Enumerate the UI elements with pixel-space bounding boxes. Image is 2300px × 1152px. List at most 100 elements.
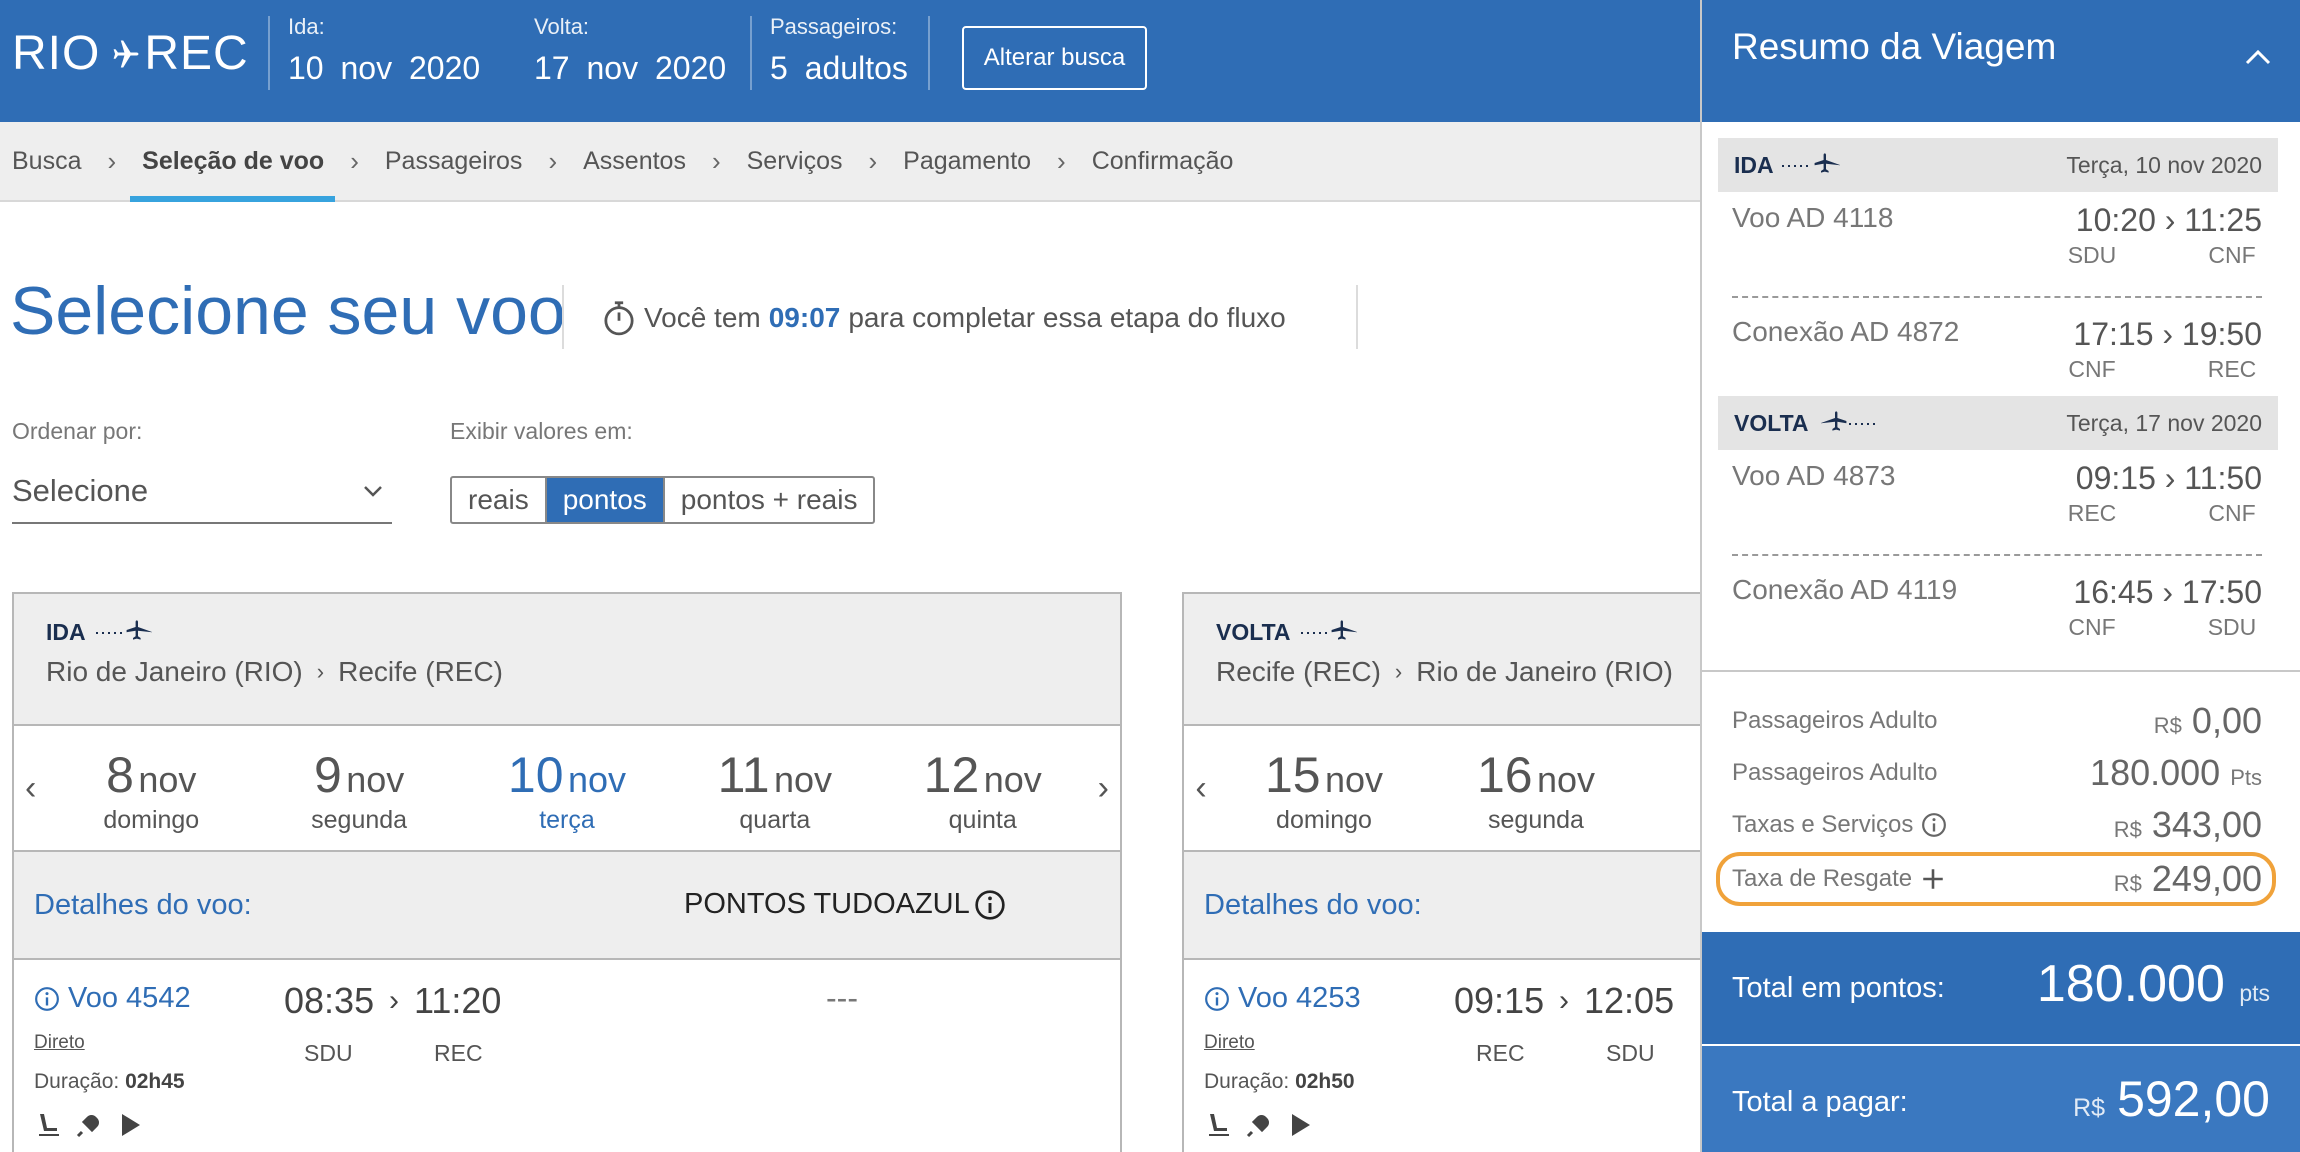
info-icon[interactable]	[974, 889, 1006, 921]
passengers-value: 5 adultos	[770, 50, 908, 86]
flight-details-header: Detalhes do voo: PONTOS TUDOAZUL	[14, 852, 1120, 960]
unit: Pts	[2230, 765, 2262, 790]
chevron-right-icon: ›	[389, 984, 399, 1017]
order-by-select[interactable]: Selecione	[12, 460, 392, 524]
currency: R$	[2073, 1094, 2106, 1122]
arrival-time: 11:20	[414, 980, 502, 1021]
direct-link[interactable]: Direto	[34, 1032, 85, 1054]
segment-times: 16:45 › 17:50	[2073, 574, 2262, 610]
date-option[interactable]: 8 nov domingo	[47, 726, 255, 850]
breadcrumb-item-servicos[interactable]: Serviços ›	[747, 122, 904, 200]
summary-segment: Conexão AD 4119 16:45 › 17:50 CNF SDU	[1732, 574, 2262, 674]
breadcrumb-item-busca[interactable]: Busca ›	[12, 122, 142, 200]
volta-date-field: Volta: 17 nov 2020	[534, 14, 726, 87]
price-label: Passageiros Adulto	[1732, 707, 1938, 734]
leg-text: VOLTA	[1734, 409, 1809, 436]
segment-from: CNF	[2068, 614, 2116, 640]
amenities	[34, 1110, 144, 1140]
header-divider	[928, 16, 930, 90]
date-option[interactable]: 11 nov quarta	[671, 726, 879, 850]
segment-dep: 10:20	[2075, 202, 2156, 238]
flight-row: Voo 4542 Direto Duração: 02h45 08:35 › 1…	[14, 960, 1120, 1152]
summary-volta-bar: VOLTA Terça, 17 nov 2020	[1718, 396, 2278, 450]
duration-label: Duração:	[1204, 1070, 1290, 1093]
price-label-with-info: Taxas e Serviços	[1732, 811, 1947, 839]
breadcrumb-item-assentos[interactable]: Assentos ›	[583, 122, 747, 200]
total-points-value: 180.000 pts	[2037, 954, 2270, 1014]
info-icon[interactable]	[1921, 812, 1947, 838]
play-icon	[1292, 1114, 1310, 1136]
summary-segment: Voo AD 4873 09:15 › 11:50 REC CNF	[1732, 460, 2262, 560]
breadcrumb: Busca › Seleção de voo › Passageiros › Asse…	[0, 122, 1700, 202]
price-value: R$ 249,00	[2114, 858, 2262, 900]
summary-divider	[1702, 670, 2300, 672]
page-title: Selecione seu voo	[10, 273, 566, 349]
direct-link[interactable]: Direto	[1204, 1032, 1255, 1054]
plane-icon	[113, 40, 139, 67]
breadcrumb-label: Pagamento	[903, 146, 1032, 175]
direction-text: VOLTA	[1216, 618, 1291, 645]
amount: 180.000	[2090, 752, 2221, 793]
segment-arr: 17:50	[2181, 574, 2262, 610]
breadcrumb-item-passageiros[interactable]: Passageiros ›	[385, 122, 583, 200]
duration-label: Duração:	[34, 1070, 120, 1093]
flight-number-link[interactable]: Voo 4542	[34, 982, 191, 1015]
price-line: Passageiros Adulto R$ 0,00	[1732, 698, 2262, 744]
plus-icon[interactable]	[1920, 866, 1946, 892]
breadcrumb-item-selecao-de-voo[interactable]: Seleção de voo ›	[130, 122, 385, 202]
panel-header: IDA Rio de Janeiro (RIO) › Recife (REC)	[14, 594, 1120, 726]
flight-number-link[interactable]: Voo 4253	[1204, 982, 1361, 1015]
chevron-up-icon[interactable]	[2244, 48, 2272, 66]
details-label: Detalhes do voo:	[1204, 888, 1422, 921]
date-option-selected[interactable]: 10 nov terça	[463, 726, 671, 850]
flight-number: Voo 4542	[68, 982, 191, 1014]
trip-summary-panel: Resumo da Viagem IDA Terça, 10 nov 2020 …	[1700, 0, 2300, 1152]
leg-text: IDA	[1734, 151, 1774, 178]
summary-ida-bar: IDA Terça, 10 nov 2020	[1718, 138, 2278, 192]
day-month: nov	[138, 759, 197, 800]
chevron-left-icon[interactable]: ‹	[14, 726, 47, 850]
seat-icon	[1209, 1114, 1229, 1136]
date-option[interactable]: 15 nov domingo	[1218, 726, 1430, 850]
ida-date-value: 10 nov 2020	[288, 50, 481, 86]
display-option-pontos[interactable]: pontos	[546, 478, 665, 522]
total-points-bar: Total em pontos: 180.000 pts	[1702, 932, 2300, 1044]
breadcrumb-item-pagamento[interactable]: Pagamento ›	[903, 122, 1092, 200]
order-by-value: Selecione	[12, 473, 149, 508]
route-destination: Rio de Janeiro (RIO)	[1416, 656, 1674, 687]
duration-value: 02h45	[125, 1070, 185, 1093]
price-value: R$ 343,00	[2114, 804, 2262, 846]
dashed-divider	[1732, 554, 2262, 556]
timer-suffix: para completar essa etapa do fluxo	[848, 302, 1286, 333]
summary-header[interactable]: Resumo da Viagem	[1702, 0, 2300, 122]
segment-arr: 19:50	[2181, 316, 2262, 352]
ida-date-label: Ida:	[288, 14, 325, 39]
day-month: nov	[774, 759, 833, 800]
alter-search-button[interactable]: Alterar busca	[962, 26, 1147, 90]
breadcrumb-item-confirmacao[interactable]: Confirmação	[1092, 122, 1234, 200]
duration: Duração: 02h45	[34, 1070, 185, 1094]
duration-value: 02h50	[1295, 1070, 1355, 1093]
currency: R$	[2153, 713, 2182, 738]
segment-from: CNF	[2068, 356, 2116, 382]
amount: 0,00	[2191, 700, 2262, 741]
route-logo: RIO REC	[12, 26, 249, 81]
breadcrumb-label: Serviços	[746, 146, 843, 175]
chevron-right-icon: ›	[1057, 145, 1066, 176]
top-header: RIO REC Ida: 10 nov 2020 Volta: 17 nov 2…	[0, 0, 1700, 122]
summary-title: Resumo da Viagem	[1732, 26, 2057, 67]
date-option[interactable]: 16 nov segunda	[1430, 726, 1642, 850]
display-option-pontos-reais[interactable]: pontos + reais	[665, 478, 874, 522]
date-option[interactable]: 12 nov quinta	[879, 726, 1087, 850]
passengers-label: Passageiros:	[770, 14, 898, 39]
segment-dep: 09:15	[2075, 460, 2156, 496]
route-origin: Recife (REC)	[1216, 656, 1381, 687]
segment-dep: 16:45	[2073, 574, 2154, 610]
date-option[interactable]: 9 nov segunda	[255, 726, 463, 850]
display-option-reais[interactable]: reais	[452, 478, 547, 522]
dashed-divider	[1732, 296, 2262, 298]
details-label: Detalhes do voo:	[34, 888, 252, 921]
chevron-left-icon[interactable]: ‹	[1184, 726, 1218, 850]
logo-dest: REC	[144, 27, 249, 80]
chevron-right-icon[interactable]: ›	[1087, 726, 1120, 850]
